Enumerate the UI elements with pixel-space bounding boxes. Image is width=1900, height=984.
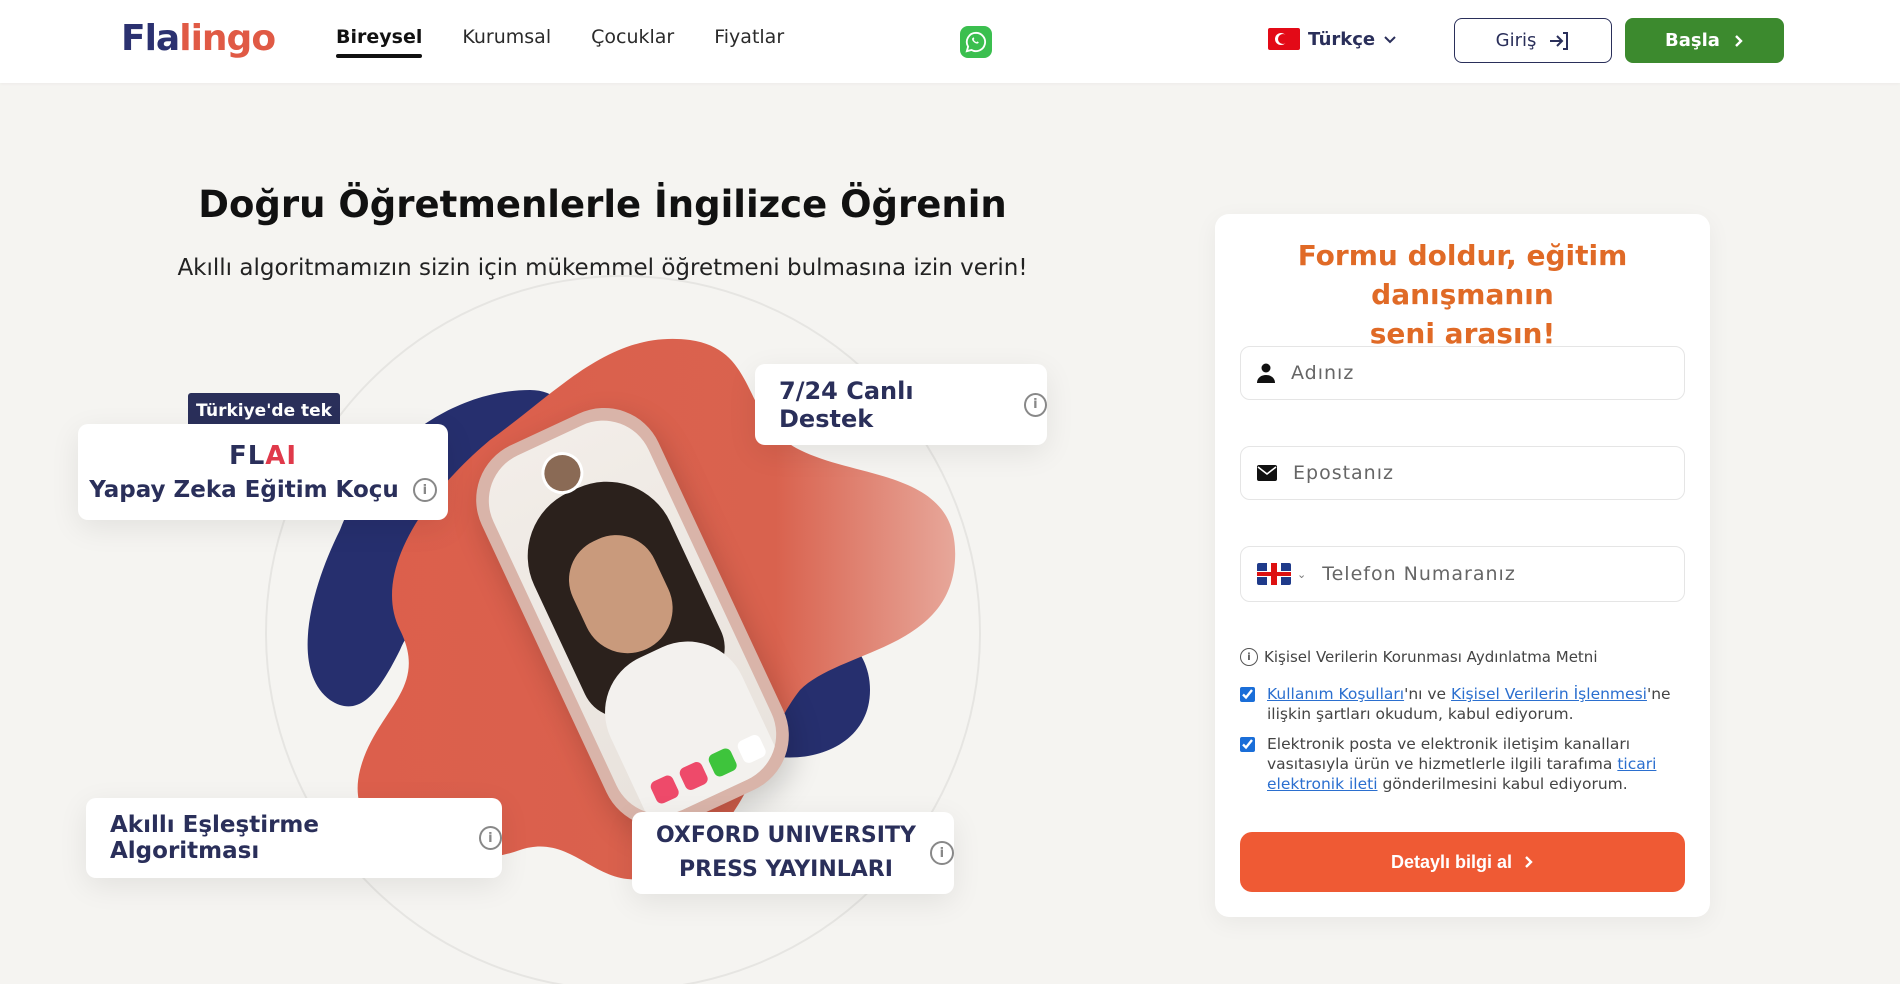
language-label: Türkçe [1308,28,1376,50]
login-button[interactable]: Giriş [1454,18,1612,63]
flai-logo-part-1: FL [228,441,266,471]
marketing-text-2: gönderilmesini kabul ediyorum. [1377,775,1628,793]
info-icon[interactable]: i [478,826,502,850]
kvkk-text: Kişisel Verilerin Korunması Aydınlatma M… [1264,648,1598,666]
user-icon [1257,363,1275,383]
info-icon[interactable]: i [1023,392,1047,417]
login-arrow-icon [1550,31,1569,50]
live-support-card: 7/24 Canlı Destek i [755,364,1047,445]
logo-part-1: Fla [121,18,180,59]
oxford-line-2: PRESS YAYINLARI [679,857,893,882]
kvkk-notice[interactable]: i Kişisel Verilerin Korunması Aydınlatma… [1240,648,1598,666]
info-icon[interactable]: i [412,478,437,502]
marketing-consent: Elektronik posta ve elektronik iletişim … [1240,734,1680,794]
nav-item-fiyatlar[interactable]: Fiyatlar [714,26,784,58]
start-button[interactable]: Başla [1625,18,1784,63]
email-input[interactable] [1293,462,1633,484]
main-nav: Bireysel Kurumsal Çocuklar Fiyatlar [336,26,784,58]
smart-matching-label: Akıllı Eşleştirme Algoritması [110,812,319,864]
chevron-right-icon [1525,856,1533,868]
oxford-label: OXFORD UNIVERSITY PRESS YAYINLARI [656,819,916,887]
submit-label: Detaylı bilgi al [1390,851,1513,872]
callback-form: Formu doldur, eğitim danışmanın seni ara… [1215,214,1710,917]
email-field [1240,446,1685,500]
form-title-line-1: Formu doldur, eğitim danışmanın [1297,239,1628,311]
nav-item-bireysel[interactable]: Bireysel [336,26,423,58]
nav-item-kurumsal[interactable]: Kurumsal [462,26,551,58]
terms-text: Kullanım Koşulları'nı ve Kişisel Veriler… [1267,684,1680,724]
phone-input[interactable] [1322,563,1663,585]
terms-text-1: 'nı ve [1404,685,1452,703]
turkey-flag-icon [1268,28,1300,50]
marketing-text: Elektronik posta ve elektronik iletişim … [1267,734,1680,794]
phone-field: ⌄ [1240,546,1685,602]
live-support-label: 7/24 Canlı Destek [779,376,914,433]
submit-button[interactable]: Detaylı bilgi al [1240,832,1685,892]
terms-checkbox[interactable] [1240,687,1255,702]
language-selector[interactable]: Türkçe [1268,28,1397,50]
site-header: Flalingo Bireysel Kurumsal Çocuklar Fiya… [0,0,1900,83]
data-processing-link[interactable]: Kişisel Verilerin İşlenmesi [1451,685,1647,703]
hero-title: Doğru Öğretmenlerle İngilizce Öğrenin [198,183,1007,226]
form-title: Formu doldur, eğitim danışmanın seni ara… [1215,236,1710,353]
logo-part-2: lingo [179,18,276,59]
nav-item-cocuklar[interactable]: Çocuklar [591,26,674,58]
flai-logo-part-2: AI [265,441,298,471]
login-label: Giriş [1495,30,1537,51]
oxford-line-1: OXFORD UNIVERSITY [656,823,916,848]
name-input[interactable] [1291,362,1631,384]
flai-logo: FLAI [229,441,297,471]
smart-matching-card: Akıllı Eşleştirme Algoritması i [86,798,502,878]
chevron-down-icon[interactable]: ⌄ [1297,568,1306,581]
chevron-right-icon [1735,34,1743,47]
name-field [1240,346,1685,400]
mail-icon [1257,465,1277,481]
uk-flag-icon[interactable] [1257,563,1291,585]
info-icon: i [1240,648,1258,666]
info-icon[interactable]: i [929,841,954,865]
terms-consent: Kullanım Koşulları'nı ve Kişisel Veriler… [1240,684,1680,724]
ai-coach-label: Yapay Zeka Eğitim Koçu [89,477,399,503]
chevron-down-icon [1384,36,1396,44]
ai-coach-card: FLAI Yapay Zeka Eğitim Koçu i [78,424,448,520]
flalingo-logo[interactable]: Flalingo [121,18,276,59]
marketing-text-1: Elektronik posta ve elektronik iletişim … [1267,735,1631,773]
oxford-card: OXFORD UNIVERSITY PRESS YAYINLARI i [632,812,954,894]
whatsapp-icon[interactable] [960,26,992,58]
marketing-checkbox[interactable] [1240,737,1255,752]
terms-link[interactable]: Kullanım Koşulları [1267,685,1404,703]
start-label: Başla [1665,30,1720,51]
